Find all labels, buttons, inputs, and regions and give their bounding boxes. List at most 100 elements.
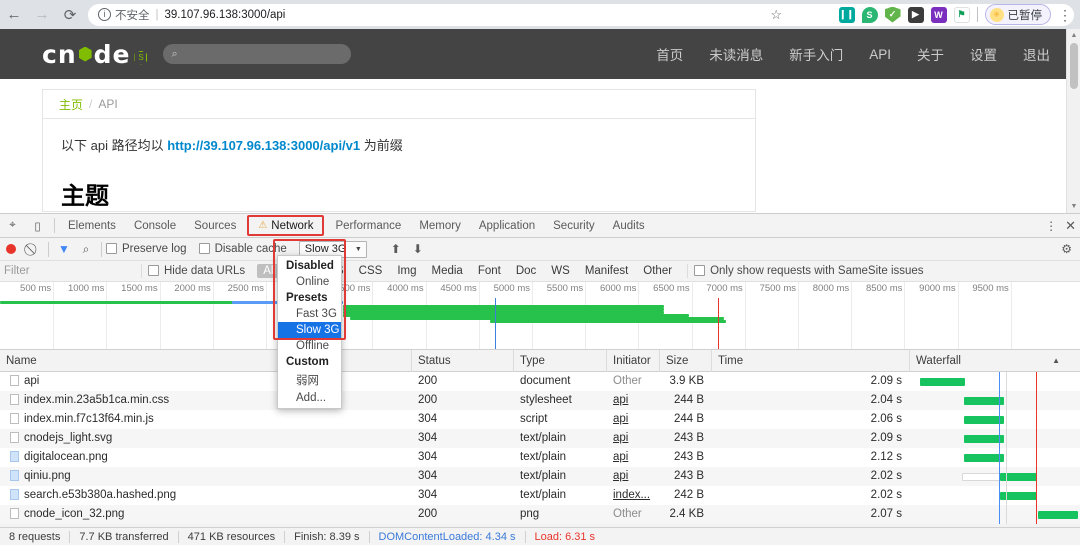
tab-security[interactable]: Security [544, 214, 604, 238]
cell-initiator[interactable]: api [607, 391, 660, 410]
cell-waterfall[interactable] [910, 410, 1078, 429]
network-overview-timeline[interactable]: 500 ms1000 ms1500 ms2000 ms2500 ms3000 m… [0, 282, 1080, 350]
tab-elements[interactable]: Elements [59, 214, 125, 238]
forward-icon[interactable]: → [28, 1, 56, 29]
devtools-more-icon[interactable]: ⋮ [1045, 220, 1057, 232]
cell-name[interactable]: api [0, 372, 412, 391]
tab-console[interactable]: Console [125, 214, 185, 238]
tab-network[interactable]: ⚠ Network [247, 215, 325, 236]
import-har-icon[interactable]: ⬆ [385, 238, 407, 260]
column-header-initiator[interactable]: Initiator [607, 349, 660, 372]
throttle-dropdown-menu[interactable]: Disabled Online Presets Fast 3G Slow 3G Offli… [277, 255, 342, 409]
cell-initiator-link[interactable]: api [613, 394, 628, 406]
nav-unread[interactable]: 未读消息 [709, 44, 763, 64]
extension-icon-flag[interactable]: ⚑ [953, 6, 970, 23]
hide-data-urls-checkbox[interactable]: Hide data URLs [148, 265, 245, 277]
type-filter-img[interactable]: Img [391, 264, 422, 278]
breadcrumb-home[interactable]: 主页 [59, 96, 83, 113]
filter-input[interactable]: Filter [0, 265, 135, 277]
nav-logout[interactable]: 退出 [1023, 44, 1050, 64]
column-header-waterfall[interactable]: Waterfall ▲ [910, 350, 1066, 372]
column-header-size[interactable]: Size [660, 349, 712, 372]
export-har-icon[interactable]: ⬇ [407, 238, 429, 260]
tab-audits[interactable]: Audits [604, 214, 654, 238]
back-icon[interactable]: ← [0, 1, 28, 29]
tab-sources[interactable]: Sources [185, 214, 245, 238]
samesite-issues-checkbox[interactable]: Only show requests with SameSite issues [694, 265, 924, 277]
cell-waterfall[interactable] [910, 391, 1078, 410]
search-icon[interactable]: ⌕ [75, 238, 97, 260]
cell-name[interactable]: index.min.f7c13f64.min.js [0, 410, 412, 429]
dropdown-item-online[interactable]: Online [278, 274, 341, 290]
scroll-down-icon[interactable]: ▼ [1067, 200, 1080, 213]
bookmark-star-icon[interactable]: ☆ [770, 7, 782, 23]
profile-paused-pill[interactable]: ✳ 已暂停 [984, 4, 1051, 25]
nav-getting-started[interactable]: 新手入门 [789, 44, 843, 64]
nav-about[interactable]: 关于 [917, 44, 944, 64]
cell-waterfall[interactable] [910, 429, 1078, 448]
table-row[interactable]: digitalocean.png 304 text/plain api 243 B 2.1… [0, 448, 1080, 467]
table-row[interactable]: cnodejs_light.svg 304 text/plain api 243 B 2.… [0, 429, 1080, 448]
table-row[interactable]: index.min.23a5b1ca.min.css 200 stylesheet a… [0, 391, 1080, 410]
cell-waterfall[interactable] [910, 505, 1078, 524]
reload-icon[interactable]: ⟳ [56, 1, 84, 29]
cnode-logo[interactable]: cn de S [42, 40, 148, 69]
tab-application[interactable]: Application [470, 214, 544, 238]
cell-name[interactable]: qiniu.png [0, 467, 412, 486]
cell-name[interactable]: index.min.23a5b1ca.min.css [0, 391, 412, 410]
cell-initiator[interactable]: api [607, 467, 660, 486]
toggle-device-toolbar-icon[interactable]: ▯ [25, 214, 50, 238]
cell-waterfall[interactable] [910, 372, 1078, 391]
cell-initiator-link[interactable]: api [613, 451, 628, 463]
site-search-input[interactable]: ⌕ [163, 44, 352, 64]
type-filter-manifest[interactable]: Manifest [579, 264, 634, 278]
column-header-status[interactable]: Status [412, 349, 514, 372]
cell-initiator[interactable]: api [607, 410, 660, 429]
cell-initiator[interactable]: api [607, 429, 660, 448]
requests-table-body[interactable]: api 200 document Other 3.9 KB 2.09 s index.min… [0, 372, 1080, 524]
extension-icon-camera[interactable]: ▶ [907, 6, 924, 23]
browser-menu-icon[interactable]: ⋮ [1058, 8, 1072, 22]
filter-icon[interactable]: ▼ [53, 238, 75, 260]
extension-icon-teal[interactable]: ❙❙ [838, 6, 855, 23]
type-filter-ws[interactable]: WS [545, 264, 576, 278]
column-header-type[interactable]: Type [514, 349, 607, 372]
disable-cache-checkbox[interactable]: Disable cache [198, 243, 287, 255]
table-row[interactable]: qiniu.png 304 text/plain api 243 B 2.02 s [0, 467, 1080, 486]
nav-settings[interactable]: 设置 [970, 44, 997, 64]
dropdown-item-add[interactable]: Add... [278, 390, 341, 406]
dropdown-item-slow-3g[interactable]: Slow 3G [278, 322, 341, 338]
page-scrollbar[interactable]: ▲ ▼ [1066, 29, 1080, 213]
cell-name[interactable]: digitalocean.png [0, 448, 412, 467]
preserve-log-checkbox[interactable]: Preserve log [106, 243, 187, 255]
dropdown-item-fast-3g[interactable]: Fast 3G [278, 306, 341, 322]
cell-initiator-link[interactable]: api [613, 432, 628, 444]
scroll-up-icon[interactable]: ▲ [1067, 29, 1080, 42]
dropdown-item-[interactable]: 弱网 [278, 370, 341, 390]
extension-icon-word[interactable]: W [930, 6, 947, 23]
cell-waterfall[interactable] [910, 448, 1078, 467]
table-row[interactable]: search.e53b380a.hashed.png 304 text/plain i… [0, 486, 1080, 505]
cell-name[interactable]: cnode_icon_32.png [0, 505, 412, 524]
settings-icon[interactable]: ⚙ [1061, 242, 1072, 256]
extension-icon-green[interactable]: S [861, 6, 878, 23]
cell-waterfall[interactable] [910, 467, 1078, 486]
cell-initiator[interactable]: index... [607, 486, 660, 505]
type-filter-css[interactable]: CSS [353, 264, 389, 278]
clear-icon[interactable]: ⃠ [22, 238, 44, 260]
table-row[interactable]: cnode_icon_32.png 200 png Other 2.4 KB 2.07 s [0, 505, 1080, 524]
extension-icon-shield[interactable]: ✓ [884, 6, 901, 23]
table-row[interactable]: api 200 document Other 3.9 KB 2.09 s [0, 372, 1080, 391]
column-header-name[interactable]: Name [0, 349, 412, 372]
nav-api[interactable]: API [869, 47, 891, 62]
tab-performance[interactable]: Performance [326, 214, 410, 238]
close-icon[interactable]: ✕ [1065, 218, 1076, 234]
cell-waterfall[interactable] [910, 486, 1078, 505]
nav-home[interactable]: 首页 [656, 44, 683, 64]
site-info-icon[interactable]: i [98, 8, 111, 21]
cell-initiator[interactable]: api [607, 448, 660, 467]
cell-initiator-link[interactable]: api [613, 470, 628, 482]
cell-name[interactable]: search.e53b380a.hashed.png [0, 486, 412, 505]
column-header-time[interactable]: Time [712, 349, 910, 372]
cell-initiator-link[interactable]: index... [613, 489, 650, 501]
